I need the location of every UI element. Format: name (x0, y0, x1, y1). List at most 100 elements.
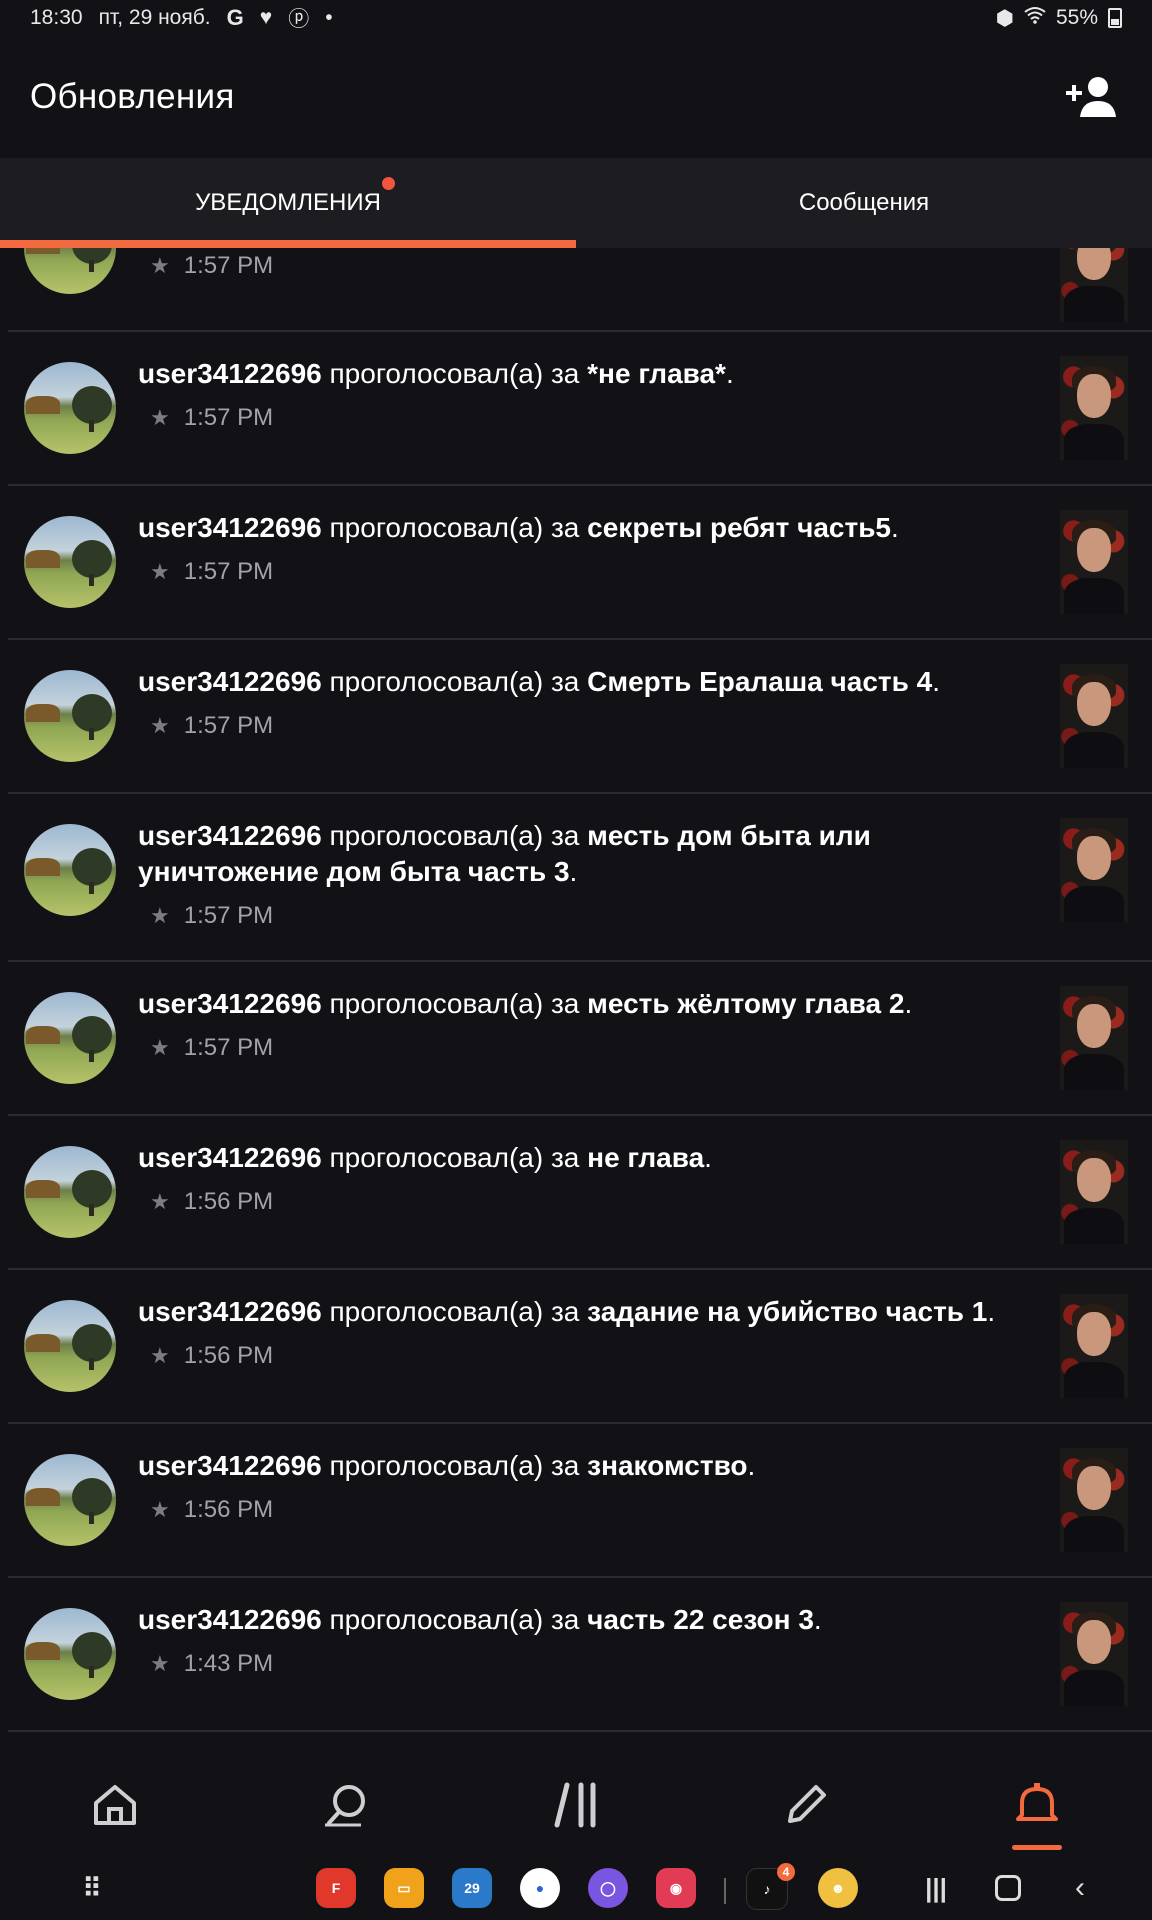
add-user-button[interactable] (1062, 67, 1122, 127)
lock-icon: ⬢ (995, 6, 1014, 30)
timestamp: 1:56 PM (183, 1188, 274, 1215)
write-icon (788, 1785, 827, 1823)
story-link[interactable]: знакомство (587, 1450, 747, 1481)
list-item[interactable]: user34122696 проголосовал(а) за секреты … (8, 486, 1152, 640)
story-link[interactable]: секреты ребят часть5 (587, 512, 891, 543)
star-icon: ★ (150, 1189, 170, 1214)
timestamp: 1:57 PM (183, 252, 274, 279)
username-link[interactable]: user34122696 (138, 666, 322, 697)
tab-notifications-label: УВЕДОМЛЕНИЯ (195, 189, 381, 216)
status-date: пт, 29 нояб. (98, 6, 211, 29)
story-cover[interactable] (1060, 1602, 1128, 1706)
files-icon[interactable]: ▭ (384, 1868, 424, 1908)
username-link[interactable]: user34122696 (138, 358, 322, 389)
nav-notifications[interactable] (1002, 1770, 1072, 1850)
avatar[interactable] (24, 1146, 116, 1238)
camera-icon[interactable]: ◉ (656, 1868, 696, 1908)
avatar[interactable] (24, 992, 116, 1084)
star-icon: ★ (150, 559, 170, 584)
star-icon: ★ (150, 253, 170, 278)
timestamp: 1:57 PM (183, 1034, 274, 1061)
username-link[interactable]: user34122696 (138, 820, 322, 851)
story-link[interactable]: задание на убийство часть 1 (587, 1296, 987, 1327)
star-icon: ★ (150, 1343, 170, 1368)
avatar[interactable] (24, 516, 116, 608)
nav-search[interactable] (311, 1770, 381, 1840)
game-icon[interactable]: ☻ (818, 1868, 858, 1908)
avatar[interactable] (24, 1300, 116, 1392)
story-cover[interactable] (1060, 986, 1128, 1090)
story-cover[interactable] (1060, 356, 1128, 460)
messages-icon[interactable]: ● (520, 1868, 560, 1908)
home-icon (94, 1785, 137, 1825)
back-button[interactable]: ‹ (1060, 1868, 1100, 1908)
story-cover[interactable] (1060, 510, 1128, 614)
nav-write[interactable] (771, 1770, 841, 1840)
list-item[interactable]: user34122696 проголосовал(а) за часть 22… (8, 1578, 1152, 1732)
list-item[interactable]: user34122696 проголосовал(а) за месть до… (8, 794, 1152, 962)
flipboard-icon[interactable]: F (316, 1868, 356, 1908)
library-icon (554, 1782, 596, 1828)
star-icon: ★ (150, 713, 170, 738)
story-link[interactable]: месть жёлтому глава 2 (587, 988, 904, 1019)
tab-messages[interactable]: Сообщения (576, 158, 1152, 248)
story-link[interactable]: Смерть Ералаша часть 4 (587, 666, 932, 697)
avatar[interactable] (24, 248, 116, 294)
list-item[interactable]: user34122696 проголосовал(а) за *не глав… (8, 332, 1152, 486)
story-cover[interactable] (1060, 664, 1128, 768)
recents-button[interactable]: ||| (916, 1868, 956, 1908)
timestamp: 1:57 PM (183, 404, 274, 431)
story-cover[interactable] (1060, 818, 1128, 922)
notification-text: user34122696 проголосовал(а) за не глава… (138, 1142, 712, 1173)
list-item[interactable]: user34122696 проголосовал(а) за задание … (8, 1270, 1152, 1424)
app-bar: Обновления (0, 36, 1152, 158)
nav-library[interactable] (541, 1770, 611, 1840)
system-taskbar: ⠿ F ▭ 29 ● ◯ ◉ ♪ 4 ☻ ||| ‹ (0, 1858, 1152, 1920)
dot-icon: • (325, 6, 333, 29)
bottom-nav (0, 1760, 1152, 1850)
calendar-icon[interactable]: 29 (452, 1868, 492, 1908)
username-link[interactable]: user34122696 (138, 1296, 322, 1327)
avatar[interactable] (24, 362, 116, 454)
story-link[interactable]: не глава (587, 1142, 704, 1173)
tiktok-icon[interactable]: ♪ 4 (746, 1863, 795, 1910)
username-link[interactable]: user34122696 (138, 1450, 322, 1481)
google-icon: G (226, 5, 244, 30)
timestamp: 1:56 PM (183, 1496, 274, 1523)
nav-home[interactable] (80, 1770, 150, 1840)
story-cover[interactable] (1060, 1448, 1128, 1552)
list-item[interactable]: user34122696 проголосовал(а) за Смерть Е… (8, 640, 1152, 794)
avatar[interactable] (24, 1608, 116, 1700)
username-link[interactable]: user34122696 (138, 988, 322, 1019)
home-button[interactable] (988, 1868, 1028, 1908)
story-cover[interactable] (1060, 1294, 1128, 1398)
avatar[interactable] (24, 670, 116, 762)
list-item[interactable]: user34122696 проголосовал(а) за не глава… (8, 1116, 1152, 1270)
notification-text: user34122696 проголосовал(а) за месть до… (138, 820, 871, 887)
avatar[interactable] (24, 824, 116, 916)
story-cover[interactable] (1060, 1140, 1128, 1244)
notification-text: user34122696 проголосовал(а) за *не глав… (138, 358, 734, 389)
list-item[interactable]: user34122696 проголосовал(а) за месть жё… (8, 962, 1152, 1116)
dock-divider (724, 1878, 726, 1904)
internet-icon[interactable]: ◯ (588, 1868, 628, 1908)
notification-text: user34122696 проголосовал(а) за Смерть Е… (138, 666, 940, 697)
list-item[interactable]: ★ 1:57 PM (8, 248, 1152, 332)
battery-icon (1108, 8, 1122, 28)
tab-notifications[interactable]: УВЕДОМЛЕНИЯ (0, 158, 576, 248)
username-link[interactable]: user34122696 (138, 512, 322, 543)
notification-list[interactable]: ★ 1:57 PM user34122696 проголосовал(а) з… (0, 248, 1152, 1740)
username-link[interactable]: user34122696 (138, 1604, 322, 1635)
story-link[interactable]: часть 22 сезон 3 (587, 1604, 814, 1635)
story-cover[interactable] (1060, 248, 1128, 322)
notification-text: user34122696 проголосовал(а) за часть 22… (138, 1604, 822, 1635)
username-link[interactable]: user34122696 (138, 1142, 322, 1173)
avatar[interactable] (24, 1454, 116, 1546)
notification-text: user34122696 проголосовал(а) за знакомст… (138, 1450, 756, 1481)
timestamp: 1:57 PM (183, 902, 274, 929)
list-item[interactable]: user34122696 проголосовал(а) за знакомст… (8, 1424, 1152, 1578)
notification-badge: 4 (777, 1863, 795, 1881)
tab-bar: УВЕДОМЛЕНИЯ Сообщения (0, 158, 1152, 248)
story-link[interactable]: *не глава* (587, 358, 726, 389)
app-drawer-icon[interactable]: ⠿ (72, 1868, 112, 1908)
